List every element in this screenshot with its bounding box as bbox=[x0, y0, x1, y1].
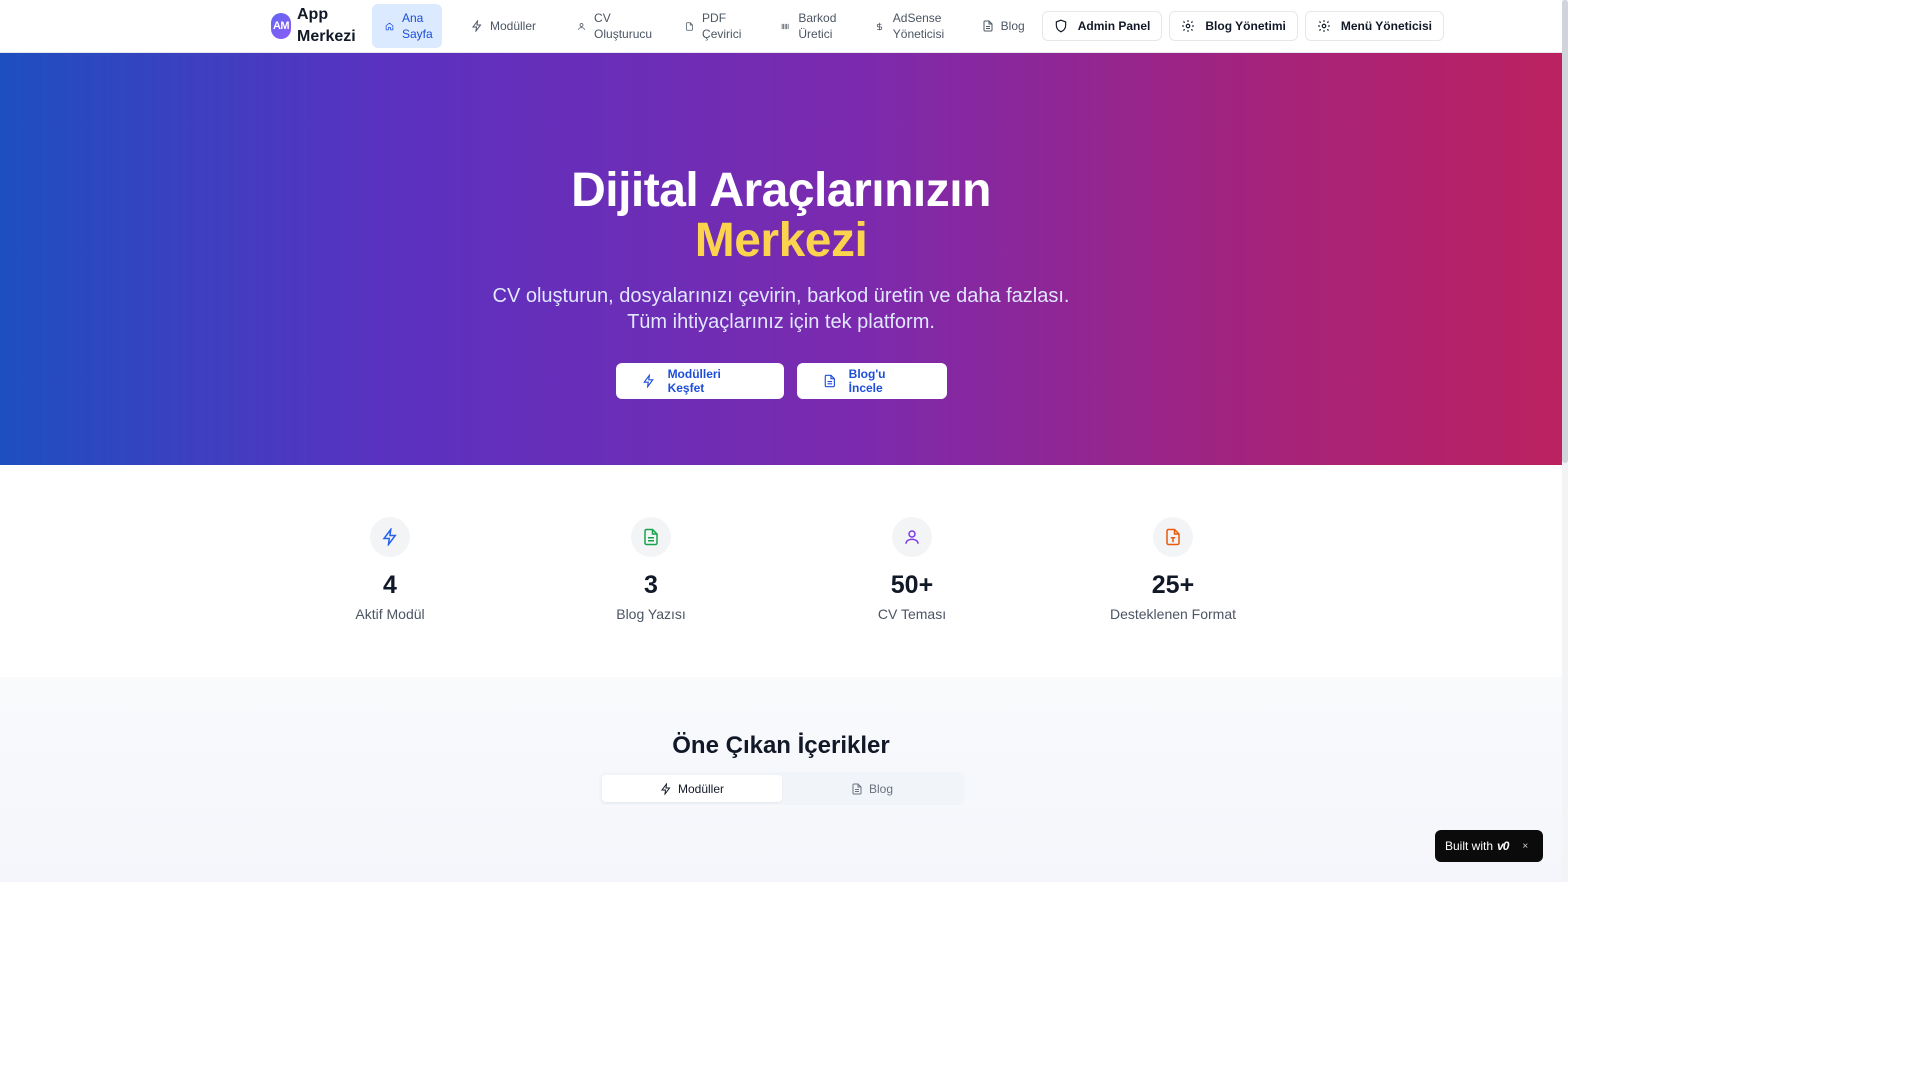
stat-label: Aktif Modül bbox=[355, 606, 425, 622]
hero-subtitle: CV oluşturun, dosyalarınızı çevirin, bar… bbox=[0, 283, 1562, 335]
stat-label: Desteklenen Format bbox=[1109, 606, 1237, 622]
brand-badge: AM bbox=[271, 13, 291, 39]
menu-yoneticisi-button[interactable]: Menü Yöneticisi bbox=[1304, 11, 1444, 41]
hero-title-accent: Merkezi bbox=[694, 214, 868, 267]
zap-icon bbox=[643, 374, 654, 388]
tab-blog[interactable]: Blog bbox=[782, 775, 962, 802]
nav-item-cv-olusturucu[interactable]: CV Oluşturucu bbox=[564, 4, 662, 48]
close-icon[interactable]: × bbox=[1522, 841, 1528, 852]
scrollbar-thumb[interactable] bbox=[1562, 0, 1568, 463]
document-icon bbox=[852, 783, 862, 794]
brand-logo[interactable]: AM App Merkezi bbox=[271, 4, 365, 48]
file-icon bbox=[682, 19, 696, 33]
nav-item-label: CV Oluşturucu bbox=[594, 11, 653, 41]
built-with-badge[interactable]: Built with v0 × bbox=[1435, 830, 1543, 862]
stat-icon-wrapper bbox=[1153, 517, 1193, 557]
explore-modules-button[interactable]: Modülleri Keşfet bbox=[616, 363, 784, 399]
document-icon bbox=[981, 19, 995, 33]
explore-modules-label: Modülleri Keşfet bbox=[667, 367, 721, 395]
view-blog-button[interactable]: Blog'u İncele bbox=[797, 363, 947, 399]
nav-item-label: Barkod Üretici bbox=[798, 11, 837, 41]
blog-yonetimi-label: Blog Yönetimi bbox=[1205, 19, 1286, 33]
stat-card-cv-themes: 50+ CV Teması bbox=[802, 517, 1022, 623]
file-type-icon bbox=[1166, 528, 1180, 546]
user-icon bbox=[905, 530, 919, 544]
home-icon bbox=[382, 19, 396, 33]
view-blog-label: Blog'u İncele bbox=[848, 367, 886, 395]
hero-subtitle-line1: CV oluşturun, dosyalarınızı çevirin, bar… bbox=[492, 285, 1070, 307]
zap-icon bbox=[382, 528, 397, 546]
nav-item-moduller[interactable]: Modüller bbox=[460, 12, 546, 40]
zap-icon bbox=[470, 19, 484, 33]
stat-value: 25+ bbox=[1151, 571, 1195, 599]
tab-label: Blog bbox=[868, 781, 894, 796]
nav-item-label: PDF Çevirici bbox=[702, 11, 742, 41]
dollar-icon bbox=[873, 19, 887, 33]
zap-icon bbox=[660, 782, 671, 795]
admin-panel-label: Admin Panel bbox=[1077, 19, 1151, 33]
stat-card-supported-formats: 25+ Desteklenen Format bbox=[1063, 517, 1283, 623]
featured-title: Öne Çıkan İçerikler bbox=[672, 732, 890, 759]
stat-label: CV Teması bbox=[877, 606, 947, 622]
hero-title-line: Dijital Araçlarınızın bbox=[571, 164, 991, 217]
stat-card-blog-posts: 3 Blog Yazısı bbox=[541, 517, 761, 623]
v0-logo: v0 bbox=[1497, 839, 1509, 853]
document-icon bbox=[824, 374, 835, 388]
shield-icon bbox=[1055, 19, 1066, 33]
user-icon bbox=[574, 19, 588, 33]
featured-tabs: Modüller Blog bbox=[599, 772, 965, 805]
menu-yoneticisi-label: Menü Yöneticisi bbox=[1340, 19, 1432, 33]
document-icon bbox=[644, 528, 658, 546]
nav-item-blog[interactable]: Blog bbox=[971, 12, 1035, 40]
stat-card-active-modules: 4 Aktif Modül bbox=[280, 517, 500, 623]
stat-icon-wrapper bbox=[631, 517, 671, 557]
top-navbar: AM App Merkezi Ana Sayfa Modüller CV Olu… bbox=[0, 0, 1562, 53]
stat-icon-wrapper bbox=[892, 517, 932, 557]
stat-value: 50+ bbox=[890, 571, 934, 599]
hero-subtitle-line2: Tüm ihtiyaçlarınız için tek platform. bbox=[627, 311, 935, 333]
nav-item-ana-sayfa[interactable]: Ana Sayfa bbox=[372, 4, 442, 48]
stat-value: 3 bbox=[644, 571, 658, 599]
stat-value: 4 bbox=[383, 571, 397, 599]
hero-section: Dijital Araçlarınızın Merkezi CV oluştur… bbox=[0, 53, 1562, 465]
featured-section: Öne Çıkan İçerikler Modüller Blog bbox=[0, 677, 1562, 882]
navbar-inner: AM App Merkezi Ana Sayfa Modüller CV Olu… bbox=[271, 0, 1444, 52]
barcode-icon bbox=[778, 19, 792, 33]
stat-icon-wrapper bbox=[370, 517, 410, 557]
gear-icon bbox=[1318, 20, 1330, 32]
blog-yonetimi-button[interactable]: Blog Yönetimi bbox=[1169, 11, 1298, 41]
nav-item-barkod-uretici[interactable]: Barkod Üretici bbox=[768, 4, 846, 48]
built-with-text: Built with bbox=[1445, 839, 1494, 853]
gear-icon bbox=[1182, 20, 1195, 32]
tab-label: Modüller bbox=[677, 781, 725, 796]
nav-item-label: Modüller bbox=[490, 19, 537, 33]
stats-section: 4 Aktif Modül 3 Blog Yazısı 50+ CV Temas… bbox=[0, 465, 1562, 677]
nav-item-label: Ana Sayfa bbox=[402, 11, 433, 41]
page-scrollbar[interactable] bbox=[1562, 0, 1568, 882]
admin-panel-button[interactable]: Admin Panel bbox=[1041, 11, 1163, 41]
tab-moduller[interactable]: Modüller bbox=[602, 775, 782, 802]
nav-item-label: Blog bbox=[1000, 19, 1025, 33]
nav-item-pdf-cevirici[interactable]: PDF Çevirici bbox=[672, 4, 754, 48]
nav-item-label: AdSense Yöneticisi bbox=[892, 11, 945, 41]
nav-item-adsense-yoneticisi[interactable]: AdSense Yöneticisi bbox=[863, 4, 961, 48]
hero-buttons: Modülleri Keşfet Blog'u İncele bbox=[616, 363, 947, 399]
stat-label: Blog Yazısı bbox=[616, 606, 686, 622]
brand-name: App Merkezi bbox=[297, 6, 356, 45]
hero-title: Dijital Araçlarınızın Merkezi bbox=[0, 166, 1562, 266]
